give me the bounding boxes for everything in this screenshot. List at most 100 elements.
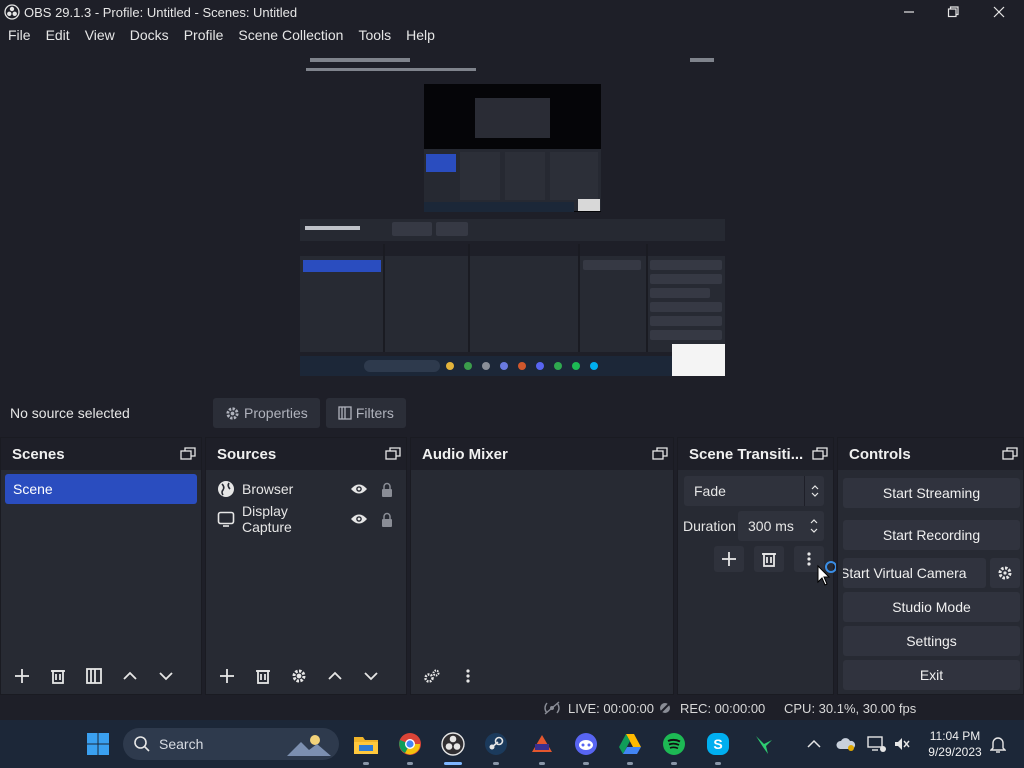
undock-icon[interactable] [652,447,668,461]
notifications-button[interactable] [984,730,1012,758]
move-scene-down-button[interactable] [151,662,181,690]
start-streaming-button[interactable]: Start Streaming [843,478,1020,508]
obs-taskbar[interactable] [439,730,467,758]
running-indicator [671,762,677,765]
preview-capture-image [300,54,725,376]
minimize-button[interactable] [886,0,932,24]
onedrive-tray[interactable] [832,730,860,758]
scene-filters-button[interactable] [79,662,109,690]
lock-icon[interactable] [378,510,396,528]
close-button[interactable] [976,0,1022,24]
controls-dock: Controls Start Streaming Start Recording… [837,437,1024,695]
chrome-icon [399,733,421,755]
skype-taskbar[interactable]: S [704,730,732,758]
scene-item[interactable]: Scene [5,474,197,504]
filters-label: Filters [355,405,394,421]
lock-icon[interactable] [378,480,396,498]
chrome-taskbar[interactable] [396,730,424,758]
remove-transition-button[interactable] [754,546,784,572]
taskbar-clock[interactable]: 11:04 PM 9/29/2023 [918,728,992,760]
visibility-eye-icon[interactable] [350,510,368,528]
no-source-label: No source selected [10,405,130,421]
google-drive-taskbar[interactable] [616,730,644,758]
discord-icon [575,733,597,755]
scene-transitions-header: Scene Transiti... [678,438,833,470]
menu-tools[interactable]: Tools [358,27,391,43]
running-indicator [493,762,499,765]
taskbar-search[interactable]: Search [123,728,339,760]
studio-mode-button[interactable]: Studio Mode [843,592,1020,622]
search-highlight-icon [287,735,331,756]
filters-button[interactable]: Filters [325,398,406,428]
show-hidden-icons-button[interactable] [800,730,828,758]
move-scene-up-button[interactable] [115,662,145,690]
chevron-up-icon [807,739,821,748]
add-source-button[interactable] [212,662,242,690]
steam-taskbar[interactable] [482,730,510,758]
game-taskbar[interactable] [528,730,556,758]
scenes-list: Scene [1,470,201,658]
menu-file[interactable]: File [8,27,31,43]
remove-source-button[interactable] [248,662,278,690]
network-tray[interactable] [862,730,890,758]
hummingbird-icon [756,736,772,754]
sources-dock: Sources Browser Display Capture [205,437,407,695]
live-time: LIVE: 00:00:00 [568,700,655,716]
steam-icon [485,733,507,755]
virtual-camera-settings-button[interactable] [990,558,1020,588]
move-source-down-button[interactable] [356,662,386,690]
menu-profile[interactable]: Profile [184,27,224,43]
minimize-icon [904,11,914,13]
undock-icon[interactable] [1002,447,1018,461]
undock-icon[interactable] [385,447,401,461]
source-item-display-capture[interactable]: Display Capture [216,503,396,535]
undock-icon[interactable] [180,447,196,461]
exit-button[interactable]: Exit [843,660,1020,690]
plus-icon [722,552,736,566]
program-preview[interactable] [300,54,725,376]
properties-button[interactable]: Properties [213,398,320,428]
hummingbird-taskbar[interactable] [750,730,778,758]
menu-help[interactable]: Help [406,27,435,43]
trash-icon [256,670,270,684]
spotify-taskbar[interactable] [660,730,688,758]
duration-spinbox[interactable]: 300 ms [738,511,824,541]
visibility-eye-icon[interactable] [350,480,368,498]
menu-view[interactable]: View [85,27,115,43]
remove-scene-button[interactable] [43,662,73,690]
sources-footer [206,658,406,694]
sources-dock-header: Sources [206,438,406,470]
status-bar: LIVE: 00:00:00 REC: 00:00:00 CPU: 30.1%,… [0,698,1024,718]
menu-docks[interactable]: Docks [130,27,169,43]
controls-header: Controls [838,438,1023,470]
chevron-up-icon [328,671,342,680]
spin-arrows-icon[interactable] [804,511,824,541]
advanced-audio-button[interactable] [417,662,447,690]
start-recording-button[interactable]: Start Recording [843,520,1020,550]
file-explorer-taskbar[interactable] [352,730,380,758]
more-vertical-icon [466,669,470,683]
menu-scene-collection[interactable]: Scene Collection [238,27,343,43]
start-virtual-camera-button[interactable]: Start Virtual Camera [843,558,986,588]
add-transition-button[interactable] [714,546,744,572]
menu-edit[interactable]: Edit [46,27,70,43]
move-source-up-button[interactable] [320,662,350,690]
source-properties-button[interactable] [284,662,314,690]
start-button[interactable] [84,730,112,758]
transition-select[interactable]: Fade [684,476,824,506]
skype-icon: S [707,733,729,755]
settings-button[interactable]: Settings [843,626,1020,656]
scene-transitions-title: Scene Transiti... [689,445,804,463]
undock-icon[interactable] [812,447,828,461]
sources-title: Sources [217,445,277,463]
add-scene-button[interactable] [7,662,37,690]
clock-time: 11:04 PM [929,729,981,743]
source-item-browser[interactable]: Browser [216,475,396,503]
audio-mixer-menu-button[interactable] [453,662,483,690]
cpu-status: CPU: 30.1%, 30.00 fps [784,701,916,716]
volume-tray[interactable] [888,730,916,758]
game-launcher-icon [532,735,552,752]
maximize-button[interactable] [930,0,976,24]
chevron-down-icon [159,672,173,681]
discord-taskbar[interactable] [572,730,600,758]
